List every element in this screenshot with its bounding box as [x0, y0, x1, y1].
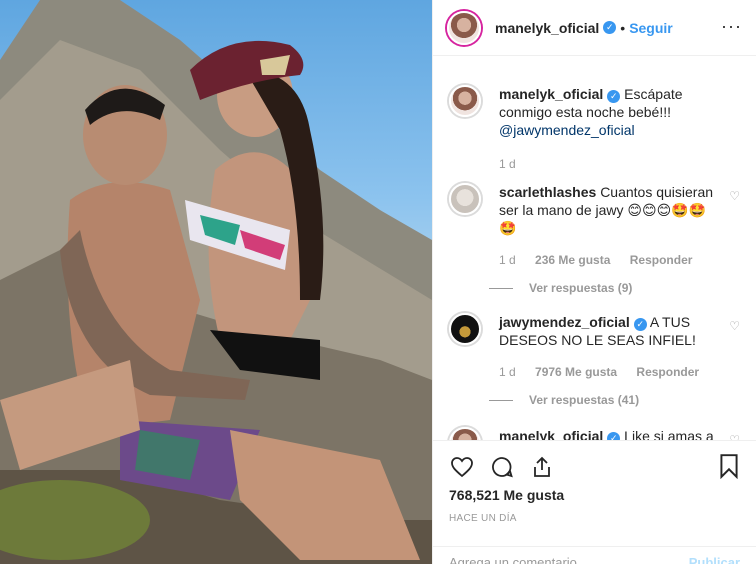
post-header: manelyk_oficial ✓ • Seguir ···	[433, 0, 756, 56]
comment-username[interactable]: scarlethlashes	[499, 184, 596, 200]
comment-bar: Agrega un comentario... Publicar	[433, 546, 756, 564]
avatar[interactable]	[449, 85, 481, 117]
follow-button[interactable]: Seguir	[629, 20, 673, 36]
comment-time: 1 d	[499, 365, 516, 379]
caption-username[interactable]: manelyk_oficial	[499, 86, 603, 102]
comments-list[interactable]: manelyk_oficial ✓ Escápate conmigo esta n…	[433, 57, 756, 440]
comment-likes[interactable]: 236 Me gusta	[535, 253, 610, 267]
verified-icon: ✓	[633, 318, 647, 331]
post-actions: 768,521 Me gusta HACE UN DÍA	[433, 440, 756, 524]
verified-icon: ✓	[603, 21, 617, 34]
header-username[interactable]: manelyk_oficial	[495, 20, 599, 36]
caption-time: 1 d	[499, 157, 516, 171]
reply-button[interactable]: Responder	[636, 365, 699, 379]
avatar[interactable]	[449, 313, 481, 345]
verified-icon: ✓	[607, 90, 621, 103]
share-icon[interactable]	[529, 455, 555, 479]
comment-input[interactable]: Agrega un comentario...	[449, 555, 588, 564]
caption: manelyk_oficial ✓ Escápate conmigo esta n…	[449, 85, 740, 173]
comment-username[interactable]: manelyk_oficial	[499, 428, 603, 440]
post-photo[interactable]	[0, 0, 432, 564]
avatar[interactable]	[449, 183, 481, 215]
comment: jawymendez_oficial ✓ A TUS DESEOS NO LE S…	[449, 313, 740, 381]
view-replies-button[interactable]: Ver respuestas (41)	[489, 393, 740, 407]
comment-text: Like si amas a	[624, 428, 714, 440]
post-panel: manelyk_oficial ✓ • Seguir ··· manelyk_o…	[432, 0, 756, 564]
comment-icon[interactable]	[489, 455, 515, 479]
view-replies-button[interactable]: Ver respuestas (9)	[489, 281, 740, 295]
publish-button[interactable]: Publicar	[689, 555, 740, 564]
heart-icon[interactable]	[449, 455, 475, 479]
more-icon[interactable]: ···	[721, 16, 742, 37]
heart-icon[interactable]: ♡	[729, 319, 740, 333]
comment-time: 1 d	[499, 253, 516, 267]
header-separator: •	[620, 19, 626, 36]
verified-icon: ✓	[607, 432, 621, 440]
bookmark-icon[interactable]	[718, 453, 740, 479]
comment: scarlethlashes Cuantos quisieran ser la …	[449, 183, 740, 269]
heart-icon[interactable]: ♡	[729, 189, 740, 203]
reply-button[interactable]: Responder	[630, 253, 693, 267]
comment: manelyk_oficial ✓ Like si amas a ♡	[449, 427, 740, 440]
avatar[interactable]	[447, 10, 481, 45]
heart-icon[interactable]: ♡	[729, 433, 740, 440]
avatar[interactable]	[449, 427, 481, 440]
caption-mention[interactable]: @jawymendez_oficial	[499, 122, 635, 138]
comment-likes[interactable]: 7976 Me gusta	[535, 365, 617, 379]
post-time: HACE UN DÍA	[449, 513, 517, 524]
photo-illustration	[0, 0, 432, 564]
comment-username[interactable]: jawymendez_oficial	[499, 314, 630, 330]
